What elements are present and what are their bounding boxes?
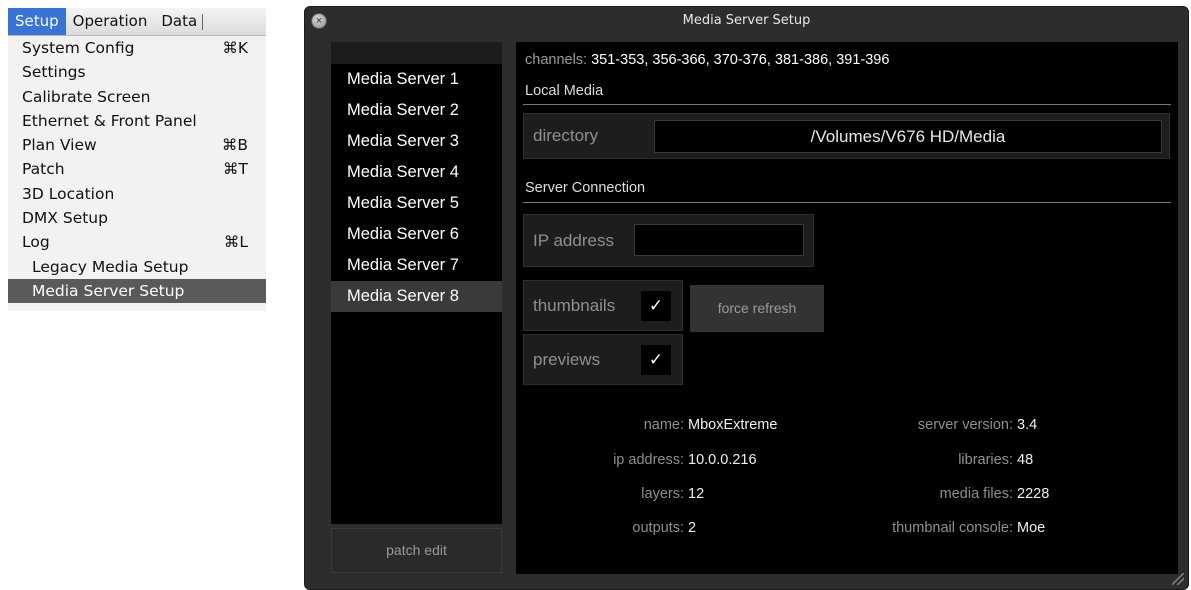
directory-group: directory /Volumes/V676 HD/Media (523, 113, 1170, 159)
menu-item-plan-view[interactable]: Plan View ⌘B (8, 133, 266, 157)
menu-item-3d-location[interactable]: 3D Location (8, 182, 266, 206)
window-title: Media Server Setup (682, 13, 811, 28)
menu-item-shortcut (248, 60, 250, 84)
menu-item-ethernet-front-panel[interactable]: Ethernet & Front Panel (8, 109, 266, 133)
menu-item-calibrate-screen[interactable]: Calibrate Screen (8, 85, 266, 109)
patch-edit-button[interactable]: patch edit (331, 528, 502, 573)
menu-item-settings[interactable]: Settings (8, 60, 266, 84)
ip-address-label: IP address (533, 231, 614, 250)
menu-item-label: Patch (22, 160, 65, 179)
menu-item-label: Log (22, 233, 50, 252)
menu-divider (202, 13, 204, 30)
previews-checkbox[interactable]: ✓ (641, 345, 671, 375)
menu-operation[interactable]: Operation (66, 8, 155, 35)
menu-item-shortcut: ⌘K (222, 39, 248, 57)
channels-value: 351-353, 356-366, 370-376, 381-386, 391-… (591, 52, 890, 68)
server-list: Media Server 1 Media Server 2 Media Serv… (331, 42, 502, 524)
close-icon[interactable]: × (311, 13, 327, 29)
server-item[interactable]: Media Server 3 (331, 126, 502, 157)
menu-item-shortcut (248, 182, 250, 206)
local-media-title: Local Media (525, 83, 604, 99)
server-item[interactable]: Media Server 1 (331, 64, 502, 95)
info-server-version-value: 3.4 (1017, 417, 1038, 433)
channels-line: channels: 351-353, 356-366, 370-376, 381… (525, 52, 889, 68)
menu-item-label: 3D Location (22, 184, 115, 203)
server-settings-panel: channels: 351-353, 356-366, 370-376, 381… (516, 42, 1178, 574)
menu-item-label: Calibrate Screen (22, 87, 151, 106)
menu-item-label: Ethernet & Front Panel (22, 111, 197, 130)
menu-item-shortcut (248, 255, 250, 279)
channels-label: channels: (525, 52, 588, 68)
force-refresh-button[interactable]: force refresh (690, 285, 824, 332)
menu-item-shortcut: ⌘B (221, 136, 248, 155)
server-item[interactable]: Media Server 4 (331, 157, 502, 188)
info-outputs-value: 2 (688, 520, 697, 536)
setup-menu-dropdown: System Config ⌘K Settings Calibrate Scre… (8, 36, 266, 311)
server-item[interactable]: Media Server 7 (331, 250, 502, 281)
menu-item-label: Legacy Media Setup (32, 257, 189, 276)
info-outputs-label: outputs: (632, 520, 684, 536)
server-item[interactable]: Media Server 5 (331, 188, 502, 219)
menu-item-label: Settings (22, 63, 86, 82)
server-list-header (331, 42, 502, 64)
menu-item-shortcut (248, 206, 250, 230)
menu-item-shortcut: ⌘T (223, 160, 248, 179)
menu-bar: Setup Operation Data (8, 8, 266, 36)
menu-item-shortcut (248, 85, 250, 109)
info-server-version-label: server version: (917, 417, 1013, 433)
directory-label: directory (533, 126, 599, 145)
section-divider (523, 104, 1171, 105)
ip-address-group: IP address (523, 214, 814, 267)
info-ip-value: 10.0.0.216 (688, 452, 757, 468)
menu-item-shortcut: ⌘L (223, 233, 248, 252)
menu-item-label: Plan View (22, 136, 97, 155)
menu-item-log[interactable]: Log ⌘L (8, 230, 266, 254)
menu-item-dmx-setup[interactable]: DMX Setup (8, 206, 266, 230)
menu-item-label: System Config (22, 39, 135, 57)
menu-item-patch[interactable]: Patch ⌘T (8, 157, 266, 181)
previews-label: previews (533, 350, 601, 369)
menu-item-shortcut (248, 109, 250, 133)
media-server-setup-window: Media Server Setup × Media Server 1 Medi… (304, 6, 1189, 590)
server-item[interactable]: Media Server 2 (331, 95, 502, 126)
info-libraries-value: 48 (1017, 452, 1034, 468)
menu-item-media-server-setup[interactable]: Media Server Setup (8, 278, 266, 304)
server-connection-title: Server Connection (525, 180, 646, 196)
server-item[interactable]: Media Server 6 (331, 219, 502, 250)
section-divider (523, 202, 1171, 203)
server-item-selected[interactable]: Media Server 8 (331, 281, 502, 312)
menu-setup[interactable]: Setup (8, 8, 66, 35)
previews-group: previews ✓ (523, 334, 683, 385)
menu-data[interactable]: Data (154, 8, 204, 35)
menu-item-label: Media Server Setup (32, 281, 185, 300)
info-ip-label: ip address: (613, 452, 684, 468)
ip-address-field[interactable] (634, 224, 804, 256)
menu-item-shortcut (248, 279, 250, 303)
directory-field[interactable]: /Volumes/V676 HD/Media (654, 120, 1162, 153)
menu-item-system-config[interactable]: System Config ⌘K (8, 36, 266, 60)
thumbnails-label: thumbnails (533, 296, 616, 315)
info-libraries-label: libraries: (958, 452, 1013, 468)
menu-item-label: DMX Setup (22, 209, 108, 228)
info-layers-label: layers: (641, 486, 684, 502)
info-thumbnail-console-label: thumbnail console: (892, 520, 1013, 536)
resize-grip-icon[interactable] (1172, 573, 1184, 585)
info-media-files-label: media files: (939, 486, 1013, 502)
info-name-label: name: (643, 417, 684, 433)
info-thumbnail-console-value: Moe (1017, 520, 1046, 536)
info-media-files-value: 2228 (1017, 486, 1050, 502)
thumbnails-checkbox[interactable]: ✓ (641, 291, 671, 321)
info-layers-value: 12 (688, 486, 705, 502)
info-name-value: MboxExtreme (688, 417, 778, 433)
thumbnails-group: thumbnails ✓ (523, 280, 683, 331)
menu-item-legacy-media-setup[interactable]: Legacy Media Setup (8, 255, 266, 279)
